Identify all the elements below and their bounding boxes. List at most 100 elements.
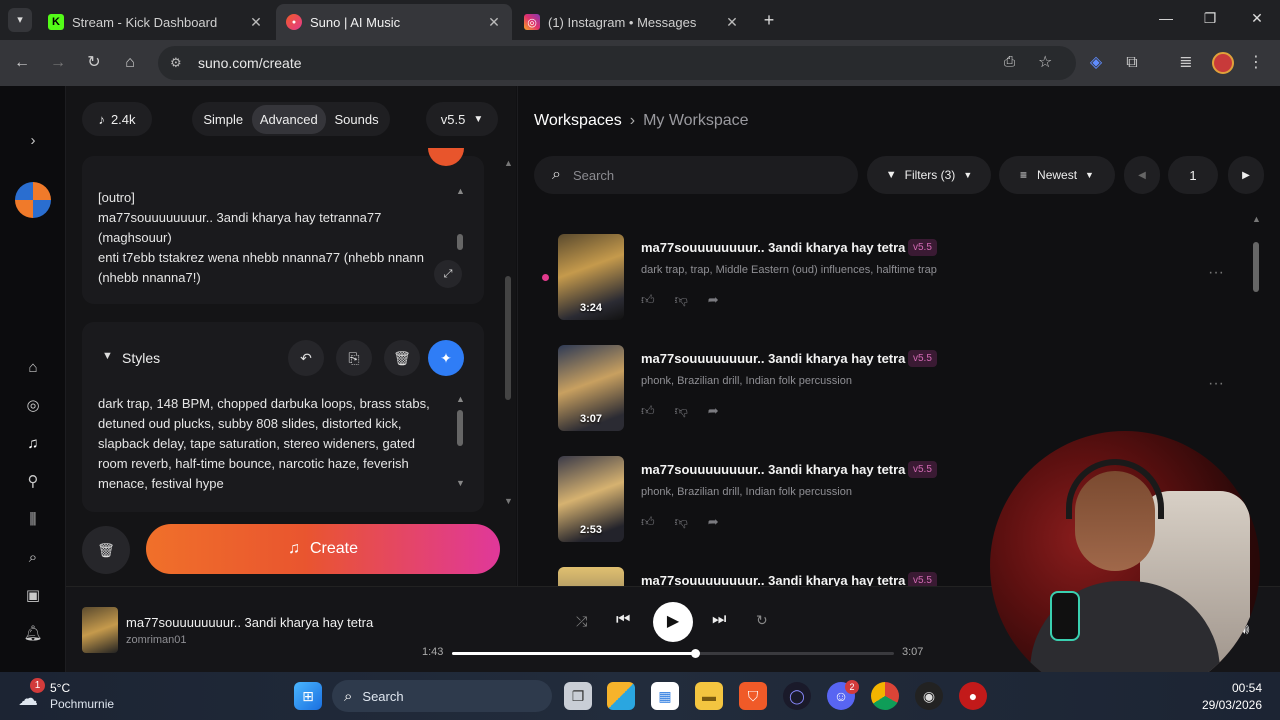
obs-icon[interactable]: ◉ [915, 682, 943, 710]
styles-collapse-icon[interactable]: ▼ [102, 350, 113, 362]
task-view-icon[interactable]: ❐ [564, 682, 592, 710]
mode-sounds[interactable]: Sounds [328, 106, 384, 133]
more-options-icon[interactable]: ··· [1208, 264, 1224, 282]
more-options-icon[interactable]: ··· [1208, 375, 1224, 393]
song-title[interactable]: ma77souuuuuuuur.. 3andi kharya hay tetra [641, 351, 905, 366]
thumbs-up-icon[interactable]: 👍︎ [641, 403, 655, 419]
expand-icon[interactable]: ⤢ [434, 260, 462, 288]
close-icon[interactable]: ✕ [724, 14, 740, 31]
repeat-icon[interactable]: ↻ [756, 612, 768, 629]
lyrics-scrollbar[interactable] [457, 234, 463, 250]
scroll-up-icon[interactable]: ▲ [504, 158, 513, 168]
mode-simple[interactable]: Simple [197, 106, 249, 133]
library-icon[interactable]: ⫼ [22, 509, 44, 531]
search-box[interactable]: ⌕ Search [534, 156, 858, 194]
magic-wand-button[interactable]: ✦ [428, 340, 464, 376]
scroll-up-icon[interactable]: ▲ [456, 186, 465, 196]
version-select[interactable]: v5.5 ▼ [426, 102, 498, 136]
home-icon[interactable]: ⌂ [22, 357, 44, 379]
panel-scrollbar[interactable] [505, 276, 511, 400]
share-icon[interactable]: ➦ [708, 514, 719, 530]
progress-track[interactable] [452, 649, 894, 658]
next-track-icon[interactable]: ⏭︎ [712, 611, 726, 629]
lyrics-text[interactable]: [outro] ma77souuuuuuuur.. 3andi kharya h… [98, 188, 438, 288]
close-icon[interactable]: ✕ [248, 14, 264, 31]
list-scrollbar[interactable] [1253, 242, 1259, 292]
bookmark-star-icon[interactable]: ☆ [1038, 52, 1052, 72]
scroll-up-icon[interactable]: ▲ [1252, 214, 1261, 224]
song-cover[interactable] [558, 567, 624, 586]
prev-page-button[interactable]: ◀ [1124, 156, 1160, 194]
tab-suno[interactable]: ● Suno | AI Music ✕ [276, 4, 512, 40]
hooks-icon[interactable]: ▣ [22, 585, 44, 607]
styles-text[interactable]: dark trap, 148 BPM, chopped darbuka loop… [98, 394, 440, 498]
recording-app-icon[interactable]: ● [959, 682, 987, 710]
notifications-bell-icon[interactable]: 🔔︎ [22, 623, 44, 645]
progress-handle[interactable] [691, 649, 701, 658]
generate-lyrics-button[interactable] [428, 148, 464, 166]
create-button[interactable]: ♫ Create [146, 524, 500, 574]
song-row[interactable]: 3:07 ma77souuuuuuuur.. 3andi kharya hay … [558, 345, 1238, 433]
tab-kick[interactable]: K Stream - Kick Dashboard ✕ [38, 4, 274, 40]
tab-instagram[interactable]: ◎ (1) Instagram • Messages ✕ [514, 4, 750, 40]
breadcrumb-workspaces[interactable]: Workspaces [534, 112, 622, 130]
windows-start-icon[interactable]: ⊞ [294, 682, 322, 710]
extensions-puzzle-icon[interactable]: ⧉ [1122, 53, 1142, 73]
thumbs-up-icon[interactable]: 👍︎ [641, 292, 655, 308]
forward-icon[interactable]: → [48, 53, 68, 73]
save-style-button[interactable]: ⎘ [336, 340, 372, 376]
app-circle-icon[interactable]: ◯ [783, 682, 811, 710]
create-music-icon[interactable]: ♫ [22, 433, 44, 455]
thumbs-up-icon[interactable]: 👍︎ [641, 514, 655, 530]
scroll-up-icon[interactable]: ▲ [456, 394, 465, 404]
player-title[interactable]: ma77souuuuuuuur.. 3andi kharya hay tetra [126, 615, 373, 630]
song-cover[interactable]: 3:07 [558, 345, 624, 431]
brave-browser-icon[interactable]: ⛉ [739, 682, 767, 710]
song-row[interactable]: 3:24 ma77souuuuuuuur.. 3andi kharya hay … [558, 234, 1238, 322]
extension-shield-icon[interactable]: ◈ [1086, 53, 1106, 73]
clock-date[interactable]: 29/03/2026 [1192, 698, 1262, 712]
chrome-icon[interactable] [871, 682, 899, 710]
styles-scrollbar[interactable] [457, 410, 463, 446]
install-app-icon[interactable]: ⎙ [1004, 53, 1015, 70]
store-icon[interactable]: ▦ [651, 682, 679, 710]
address-bar[interactable]: ⚙ suno.com/create ⎙ ☆ [158, 46, 1076, 80]
play-button[interactable]: ▶ [653, 602, 693, 642]
new-tab-button[interactable]: + [758, 9, 780, 31]
file-explorer-icon[interactable]: ▬ [695, 682, 723, 710]
song-cover[interactable]: 2:53 [558, 456, 624, 542]
menu-dots-icon[interactable]: ⋮ [1246, 53, 1266, 73]
search-icon[interactable]: ⌕ [22, 547, 44, 569]
clear-button[interactable]: 🗑︎ [82, 526, 130, 574]
page-number[interactable]: 1 [1168, 156, 1218, 194]
share-icon[interactable]: ➦ [708, 292, 719, 308]
back-icon[interactable]: ← [12, 53, 32, 73]
player-cover[interactable] [82, 607, 118, 653]
shuffle-icon[interactable]: ⤮ [576, 613, 587, 630]
close-window-icon[interactable]: ✕ [1247, 10, 1267, 30]
scroll-down-icon[interactable]: ▼ [504, 496, 513, 506]
next-page-button[interactable]: ▶ [1228, 156, 1264, 194]
minimize-icon[interactable]: — [1156, 10, 1176, 30]
sort-button[interactable]: ≡ Newest ▼ [999, 156, 1115, 194]
song-title[interactable]: ma77souuuuuuuur.. 3andi kharya hay tetra [641, 462, 905, 477]
reload-icon[interactable]: ↻ [84, 53, 104, 73]
delete-style-button[interactable]: 🗑︎ [384, 340, 420, 376]
clock-time[interactable]: 00:54 [1222, 681, 1262, 695]
share-icon[interactable]: ➦ [708, 403, 719, 419]
thumbs-down-icon[interactable]: 👎︎ [675, 403, 688, 419]
home-icon[interactable]: ⌂ [120, 53, 140, 73]
mode-advanced[interactable]: Advanced [251, 104, 326, 134]
undo-button[interactable]: ↶ [288, 340, 324, 376]
song-cover[interactable]: 3:24 [558, 234, 624, 320]
media-control-icon[interactable]: ≣ [1176, 53, 1196, 73]
profile-avatar[interactable] [1212, 52, 1234, 74]
studio-icon[interactable]: ⚲ [22, 471, 44, 493]
weather-widget[interactable]: ☁ 1 5°C Pochmurnie [18, 678, 138, 714]
scroll-down-icon[interactable]: ▼ [456, 478, 465, 488]
expand-sidebar-icon[interactable]: › [22, 130, 44, 152]
credits-pill[interactable]: ♪ 2.4k [82, 102, 152, 136]
filters-button[interactable]: ▼ Filters (3) ▼ [867, 156, 991, 194]
song-title[interactable]: ma77souuuuuuuur.. 3andi kharya hay tetra [641, 240, 905, 255]
site-settings-icon[interactable]: ⚙ [170, 55, 190, 71]
